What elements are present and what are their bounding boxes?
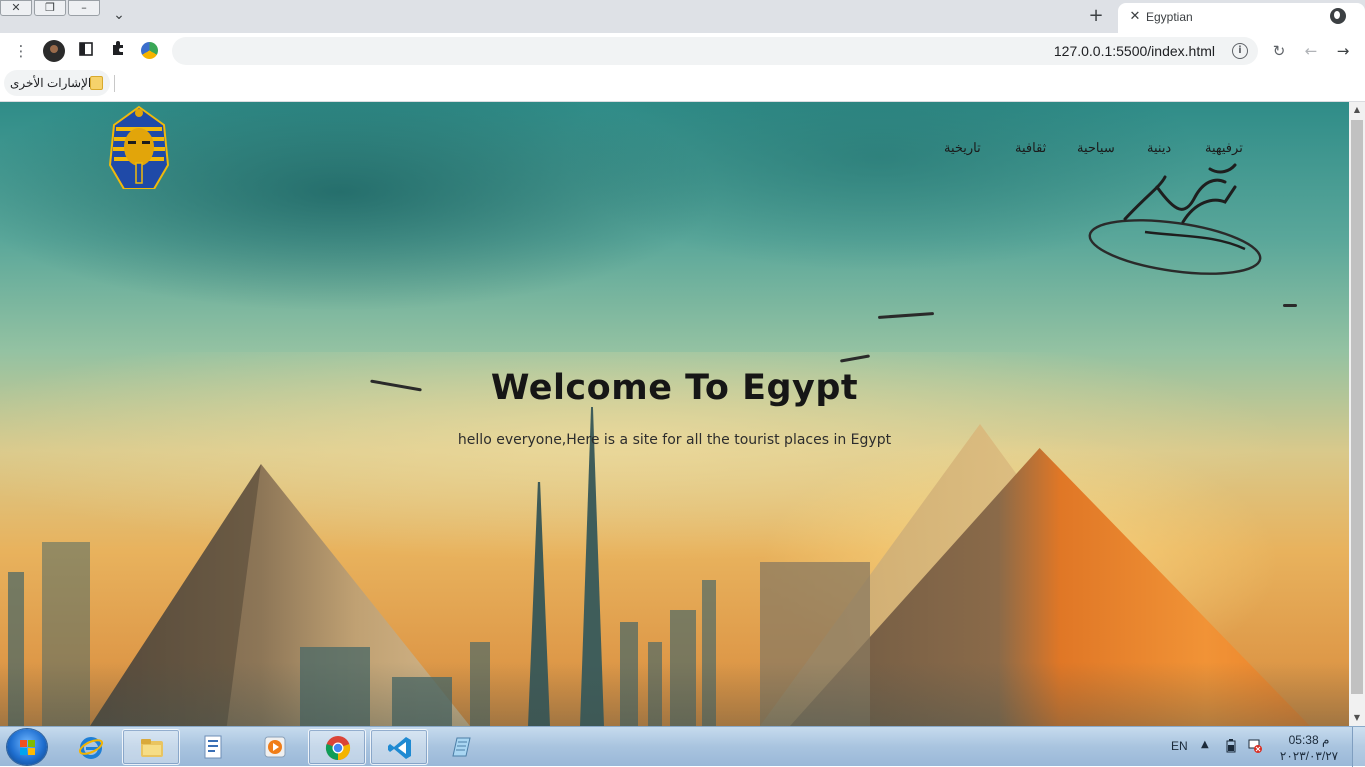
folder-icon	[90, 76, 103, 90]
pharaoh-logo-icon[interactable]	[106, 105, 172, 189]
taskbar-app-vscode[interactable]	[370, 729, 428, 765]
other-bookmarks-folder[interactable]: الإشارات الأخرى	[4, 70, 110, 96]
scroll-down-arrow-icon[interactable]: ▼	[1349, 710, 1365, 726]
taskbar-app-document[interactable]	[184, 729, 242, 765]
media-player-icon	[264, 736, 286, 758]
taskbar-app-internet-explorer[interactable]	[62, 729, 120, 765]
vscode-icon	[388, 737, 411, 759]
tab-title: Egyptian	[1146, 10, 1193, 24]
folder-icon	[141, 739, 163, 757]
chrome-icon	[325, 736, 351, 761]
close-tab-icon[interactable]: ✕	[1127, 9, 1143, 25]
nav-link-historical[interactable]: تاريخية	[944, 140, 981, 156]
address-bar[interactable]: 127.0.0.1:5500/index.html i	[172, 37, 1258, 65]
internet-explorer-icon	[78, 737, 104, 759]
scroll-thumb[interactable]	[1351, 120, 1363, 694]
profile-avatar[interactable]	[43, 40, 65, 62]
notepad-icon	[452, 737, 471, 757]
taskbar-app-file-explorer[interactable]	[122, 729, 180, 765]
bookmarks-bar	[0, 69, 1365, 102]
clock-date[interactable]: ٢٠٢٣/٠٣/٢٧	[1270, 749, 1348, 763]
taskbar-app-media-player[interactable]	[246, 729, 304, 765]
globe-favicon-icon	[1330, 8, 1346, 24]
hero-title: Welcome To Egypt	[490, 368, 859, 408]
start-button[interactable]	[7, 729, 47, 765]
windows-logo-icon	[20, 740, 35, 755]
scroll-up-arrow-icon[interactable]: ▲	[1349, 102, 1365, 118]
nav-link-entertainment[interactable]: ترفيهية	[1205, 140, 1243, 156]
extensions-puzzle-icon[interactable]	[107, 40, 129, 62]
clock-time[interactable]: 05:38 م	[1270, 733, 1348, 747]
menu-kebab-icon[interactable]: ⋮	[10, 40, 32, 62]
tab-search-chevron-icon[interactable]: ⌄	[110, 6, 128, 24]
city-haze	[0, 662, 1349, 726]
taskbar-app-notepad[interactable]	[432, 729, 490, 765]
side-panel-icon[interactable]	[75, 40, 97, 62]
battery-icon[interactable]	[1224, 739, 1238, 753]
window-controls: ✕ ❐ –	[0, 0, 102, 16]
back-arrow-icon[interactable]: →	[1332, 40, 1354, 62]
url-text[interactable]: 127.0.0.1:5500/index.html	[1054, 43, 1215, 59]
bird	[1283, 304, 1297, 307]
language-indicator[interactable]: EN	[1171, 739, 1188, 753]
nav-link-religious[interactable]: دينية	[1147, 140, 1171, 156]
network-disconnected-icon[interactable]	[1248, 739, 1262, 753]
handwritten-signature	[1088, 163, 1262, 275]
page-viewport: ترفيهية دينية سياحية ثقافية تاريخية Welc…	[0, 102, 1349, 726]
document-icon	[204, 735, 222, 759]
show-desktop-button[interactable]	[1352, 727, 1365, 767]
bird	[877, 312, 935, 319]
new-tab-button[interactable]: +	[1085, 5, 1107, 27]
page-scrollbar[interactable]: ▲ ▼	[1349, 102, 1365, 726]
tray-expand-arrow-icon[interactable]: ▲	[1201, 739, 1209, 750]
other-bookmarks-label: الإشارات الأخرى	[10, 76, 92, 90]
extension-globe-icon[interactable]	[141, 42, 158, 59]
nav-link-cultural[interactable]: ثقافية	[1015, 140, 1046, 156]
hero-subtitle: hello everyone,Here is a site for all th…	[457, 432, 892, 448]
reload-icon[interactable]: ↻	[1268, 40, 1290, 62]
restore-window-button[interactable]: ❐	[34, 0, 66, 16]
nav-link-tourism[interactable]: سياحية	[1077, 140, 1115, 156]
site-info-icon[interactable]: i	[1232, 43, 1248, 59]
browser-tab-strip: ✕ ❐ – ⌄ + ✕ Egyptian	[0, 0, 1365, 33]
minimize-window-button[interactable]: –	[68, 0, 100, 16]
close-window-button[interactable]: ✕	[0, 0, 32, 16]
windows-taskbar: EN ▲ 05:38 م ٢٠٢٣/٠٣/٢٧	[0, 726, 1365, 767]
bookmarks-divider	[114, 75, 115, 92]
forward-arrow-icon[interactable]: ←	[1300, 40, 1322, 62]
browser-tab[interactable]: ✕ Egyptian	[1118, 3, 1365, 33]
taskbar-app-chrome[interactable]	[308, 729, 366, 765]
